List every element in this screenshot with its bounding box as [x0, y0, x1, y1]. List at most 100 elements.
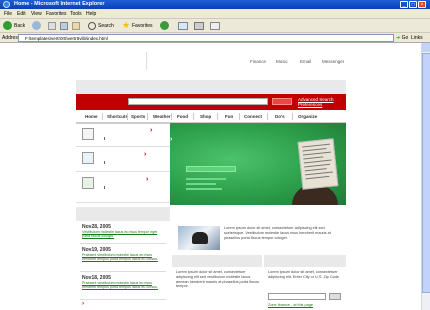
address-input[interactable]: F:\templates\vertr0r5\vertr5vlib\index.h…	[18, 34, 394, 42]
menu-tools[interactable]: Tools	[70, 11, 82, 17]
browser-toolbar: Back Search ★ Favorites	[0, 19, 430, 33]
nav-divider	[102, 113, 103, 120]
news-link[interactable]: Vestibulum molestie lacus eu risus tempo…	[82, 230, 164, 238]
upload-icon	[82, 177, 94, 189]
search-button[interactable]: Search	[98, 21, 114, 31]
nav-food[interactable]: Food	[177, 114, 188, 119]
chevron-right-icon[interactable]: ›	[146, 176, 148, 183]
main-nav: Home Shortcuts Sports Weather Food Shop …	[76, 110, 346, 123]
window-titlebar: Home - Microsoft Internet Explorer _ □ ×	[0, 0, 430, 9]
back-arrow-icon[interactable]	[3, 21, 12, 30]
more-news-arrow-icon[interactable]: ›	[82, 301, 84, 307]
print-icon[interactable]	[194, 22, 204, 30]
go-button[interactable]: ➜ Go	[396, 34, 412, 42]
nav-divider	[127, 113, 128, 120]
nav-divider	[267, 113, 268, 120]
header-band	[76, 80, 346, 94]
media-icon[interactable]	[160, 21, 169, 30]
nav-fun[interactable]: Fun	[225, 114, 233, 119]
panel-marker	[104, 161, 105, 164]
close-icon[interactable]: ×	[418, 1, 426, 8]
window-title: Home - Microsoft Internet Explorer	[14, 1, 105, 7]
address-bar: Address F:\templates\vertr0r5\vertr5vlib…	[0, 33, 430, 43]
hero-arrow-icon[interactable]: ›	[170, 136, 172, 143]
nav-divider	[239, 113, 240, 120]
zip-link[interactable]: Zone finance - at this page	[268, 303, 313, 307]
nav-dos[interactable]: Do's	[275, 114, 285, 119]
nav-sports[interactable]: Sports	[131, 114, 145, 119]
panel-marker	[104, 186, 105, 189]
bottom-right-text: Lorem ipsum dolor sit amet, consectetuer…	[268, 270, 339, 279]
news-header	[76, 207, 170, 221]
top-link-email[interactable]: Email	[300, 59, 311, 64]
nav-divider	[292, 113, 293, 120]
feature-image	[178, 226, 220, 250]
nav-shop[interactable]: Shop	[200, 114, 211, 119]
bottom-left-text: Lorem ipsum dolor sit amet, consectetuer…	[176, 270, 259, 289]
home-icon[interactable]	[72, 22, 80, 30]
zip-input[interactable]	[268, 293, 326, 300]
nav-divider	[217, 113, 218, 120]
back-button[interactable]: Back	[14, 21, 25, 31]
nav-divider	[147, 113, 148, 120]
news-link[interactable]: Praesent vestibulum molestie lacus eu ri…	[82, 253, 164, 261]
ie-logo-icon	[3, 1, 10, 8]
hero-button[interactable]	[186, 166, 236, 172]
advanced-search-link[interactable]: Advanced Search Preferences	[298, 97, 334, 107]
menu-help[interactable]: Help	[86, 11, 96, 17]
hero-text-line	[186, 178, 226, 180]
stop-icon[interactable]	[48, 22, 56, 30]
chevron-right-icon[interactable]: ›	[144, 151, 146, 158]
chevron-right-icon[interactable]: ›	[150, 127, 152, 134]
minimize-icon[interactable]: _	[400, 1, 408, 8]
hero-text-line	[186, 188, 222, 190]
search-icon[interactable]	[88, 22, 96, 30]
forward-arrow-icon[interactable]	[32, 21, 41, 30]
nav-home[interactable]: Home	[85, 114, 98, 119]
panel-marker	[104, 137, 105, 140]
top-link-finance[interactable]: Finance	[250, 59, 266, 64]
vertical-scrollbar[interactable]	[421, 43, 430, 310]
nav-divider	[171, 113, 172, 120]
hero-text-line	[186, 183, 216, 185]
top-link-music[interactable]: Music	[276, 59, 288, 64]
shortcut-panel-download[interactable]: ›	[76, 148, 170, 172]
news-divider	[80, 299, 166, 300]
news-divider	[80, 243, 166, 244]
favorites-star-icon[interactable]: ★	[122, 20, 130, 31]
bottom-right-header	[264, 255, 346, 267]
menu-bar: File Edit View Favorites Tools Help	[0, 9, 430, 19]
search-submit-button[interactable]	[272, 98, 292, 105]
menu-view[interactable]: View	[31, 11, 42, 17]
mail-icon[interactable]	[178, 22, 188, 30]
nav-connect[interactable]: Connect	[244, 114, 262, 119]
scroll-thumb[interactable]	[422, 53, 430, 293]
refresh-icon[interactable]	[60, 22, 68, 30]
nav-shortcuts[interactable]: Shortcuts	[107, 114, 128, 119]
news-link[interactable]: Praesent vestibulum molestie lacus eu ri…	[82, 281, 164, 289]
feature-text: Lorem ipsum dolor sit amet, consectetuer…	[224, 226, 331, 240]
edit-icon[interactable]	[210, 22, 220, 30]
maximize-icon[interactable]: □	[409, 1, 417, 8]
download-icon	[82, 152, 94, 164]
scroll-up-icon[interactable]	[422, 43, 430, 52]
zip-submit-button[interactable]	[329, 293, 341, 300]
shortcut-panel-upload[interactable]: ›	[76, 173, 170, 203]
menu-file[interactable]: File	[4, 11, 12, 17]
address-url: F:\templates\vertr0r5\vertr5vlib\index.h…	[25, 36, 108, 41]
bottom-left-header	[172, 255, 262, 267]
links-button[interactable]: Links	[411, 35, 423, 41]
newspaper-image	[297, 138, 339, 190]
menu-edit[interactable]: Edit	[17, 11, 26, 17]
search-input[interactable]	[128, 98, 268, 105]
menu-favorites[interactable]: Favorites	[46, 11, 67, 17]
go-label: Go	[401, 35, 409, 41]
news-divider	[80, 271, 166, 272]
nav-weather[interactable]: Weather	[153, 114, 171, 119]
calendar-icon	[82, 128, 94, 140]
top-link-messenger[interactable]: Messenger	[322, 59, 344, 64]
shortcut-panel-calendar[interactable]: ›	[76, 123, 170, 147]
favorites-button[interactable]: Favorites	[132, 21, 153, 31]
nav-organize[interactable]: Organize	[298, 114, 317, 119]
logo-divider	[146, 52, 147, 70]
